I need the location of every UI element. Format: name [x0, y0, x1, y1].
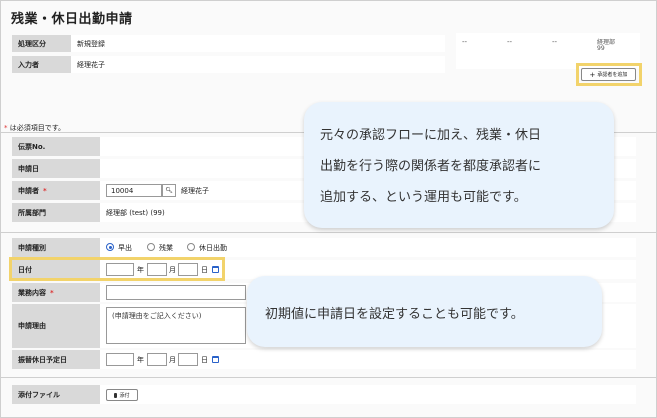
entrant-label: 入力者	[12, 56, 71, 73]
approval-slot-2: --	[507, 38, 513, 46]
approver-callout: 元々の承認フローに加え、残業・休日 出勤を行う際の関係者を都度承認者に 追加する…	[304, 102, 614, 228]
substitute-month-input[interactable]	[147, 353, 167, 366]
work-content-input[interactable]	[106, 285, 246, 300]
callout-line-1: 元々の承認フローに加え、残業・休日	[320, 128, 542, 143]
applicant-name: 経理花子	[181, 187, 209, 195]
paperclip-icon	[114, 392, 118, 398]
required-mark: *	[50, 288, 54, 297]
search-icon[interactable]: 🔍︎	[162, 184, 176, 197]
date-highlight	[9, 257, 225, 281]
required-mark: *	[43, 186, 47, 195]
calendar-icon[interactable]	[212, 356, 219, 363]
radio-overtime-label: 残業	[159, 244, 173, 252]
attachment-row	[100, 385, 636, 404]
type-label: 申請種別	[12, 238, 100, 257]
dept-label: 所属部門	[12, 203, 100, 222]
callout-line-2: 出勤を行う際の関係者を都度承認者に	[320, 159, 542, 174]
date-callout: 初期値に申請日を設定することも可能です。	[247, 276, 602, 347]
page-title: 残業・休日出勤申請	[11, 12, 133, 27]
entrant-value: 経理花子	[71, 56, 445, 73]
year-unit: 年	[137, 356, 144, 364]
approval-last-code: 99	[597, 45, 605, 52]
approval-slot-1: --	[462, 38, 468, 46]
substitute-year-input[interactable]	[106, 353, 134, 366]
approval-slot-3: --	[552, 38, 558, 46]
radio-early[interactable]	[106, 243, 114, 251]
month-unit: 月	[169, 356, 176, 364]
radio-early-label: 早出	[118, 244, 132, 252]
required-mark: *	[4, 124, 8, 132]
apply-date-label: 申請日	[12, 159, 100, 178]
day-unit: 日	[201, 356, 208, 364]
add-approver-highlight	[576, 63, 642, 86]
radio-holiday[interactable]	[187, 243, 195, 251]
attach-button[interactable]: 添付	[106, 389, 138, 401]
callout-line-3: 追加する、という運用も可能です。	[320, 190, 527, 205]
applicant-label-text: 申請者	[18, 186, 39, 195]
divider	[1, 232, 656, 233]
applicant-code-input[interactable]: 10004	[106, 184, 162, 197]
substitute-label: 振替休日予定日	[12, 350, 100, 369]
substitute-day-input[interactable]	[178, 353, 198, 366]
required-note-text: は必須項目です。	[9, 124, 66, 132]
work-label: 業務内容 *	[12, 283, 100, 302]
attachment-label: 添付ファイル	[12, 385, 100, 404]
work-label-text: 業務内容	[18, 288, 46, 297]
slip-no-label: 伝票No.	[12, 137, 100, 156]
date-callout-text: 初期値に申請日を設定することも可能です。	[265, 307, 524, 322]
radio-overtime[interactable]	[147, 243, 155, 251]
type-row	[100, 238, 636, 257]
process-label: 処理区分	[12, 35, 71, 52]
divider	[1, 377, 656, 378]
reason-textarea[interactable]: (申請理由をご記入ください)	[106, 307, 246, 344]
applicant-label: 申請者 *	[12, 181, 100, 200]
process-value: 新規登録	[71, 35, 445, 52]
attach-button-label: 添付	[119, 392, 130, 399]
form-window: 残業・休日出勤申請 処理区分 新規登録 入力者 経理花子 -- -- -- 経理…	[0, 0, 657, 418]
reason-label: 申請理由	[12, 304, 100, 348]
radio-holiday-label: 休日出勤	[199, 244, 227, 252]
